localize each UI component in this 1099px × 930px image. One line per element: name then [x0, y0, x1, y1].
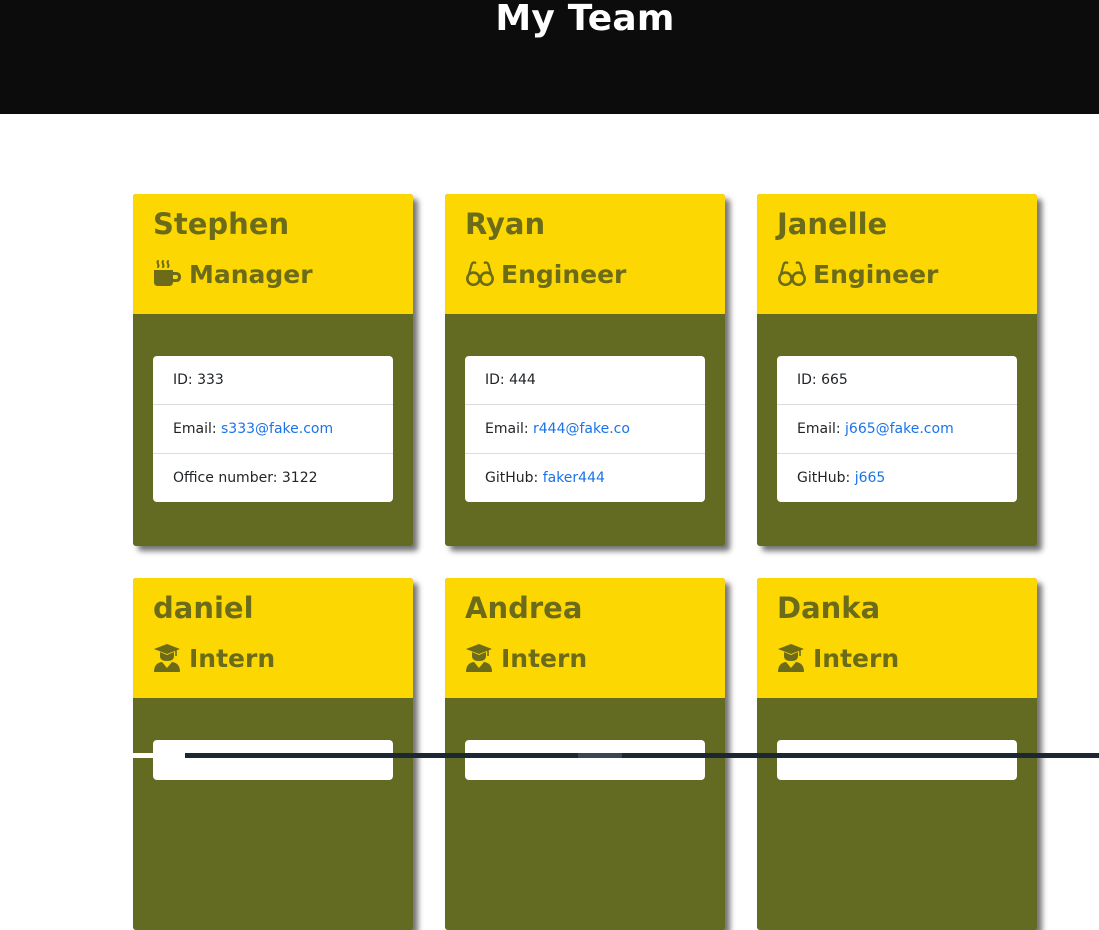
role-label: Engineer: [813, 259, 939, 289]
card-header: Andrea Intern: [445, 578, 725, 698]
employee-name: daniel: [153, 591, 254, 625]
graduate-icon: [465, 643, 495, 673]
email-link[interactable]: j665@fake.com: [845, 421, 954, 437]
employee-name: Stephen: [153, 207, 290, 241]
github-label: GitHub:: [485, 470, 543, 486]
employee-role: Intern: [465, 641, 587, 675]
card-body: [445, 698, 725, 930]
employee-role: Engineer: [777, 257, 938, 291]
page-title: My Team: [495, 0, 675, 39]
id-label: ID:: [485, 372, 510, 388]
employee-name: Ryan: [465, 207, 546, 241]
card-body: ID: 444 Email: r444@fake.co GitHub: fake…: [445, 314, 725, 546]
graduate-icon: [777, 643, 807, 673]
glasses-icon: [777, 259, 807, 289]
office-number-label: Office number:: [173, 470, 282, 486]
id-row: ID: 444: [465, 356, 705, 405]
info-list: [153, 740, 393, 780]
info-list: ID: 444 Email: r444@fake.co GitHub: fake…: [465, 356, 705, 502]
scrollbar-track[interactable]: [185, 753, 1099, 758]
page-header: My Team: [0, 0, 1099, 114]
office-number-value: 3122: [281, 470, 318, 486]
info-list: [777, 740, 1017, 780]
card-body: ID: 333 Email: s333@fake.com Office numb…: [133, 314, 413, 546]
employee-role: Intern: [777, 641, 899, 675]
employee-role: Engineer: [465, 257, 626, 291]
info-list: ID: 665 Email: j665@fake.com GitHub: j66…: [777, 356, 1017, 502]
employee-name: Andrea: [465, 591, 583, 625]
horizontal-scrollbar[interactable]: [0, 753, 1099, 758]
github-link[interactable]: faker444: [543, 470, 605, 486]
id-value: 665: [821, 372, 848, 388]
scrollbar-thumb[interactable]: [578, 753, 622, 758]
employee-card-engineer: Janelle Engineer ID: 665 Email: j665@fak…: [757, 194, 1037, 546]
employee-card-manager: Stephen Manager ID: 333 Email: s333@fake…: [133, 194, 413, 546]
card-header: Ryan Engineer: [445, 194, 725, 314]
role-label: Intern: [813, 643, 900, 673]
employee-name: Janelle: [777, 207, 888, 241]
employee-card-engineer: Ryan Engineer ID: 444 Email: r444@fake.c…: [445, 194, 725, 546]
employee-role: Intern: [153, 641, 275, 675]
card-header: Danka Intern: [757, 578, 1037, 698]
role-label: Manager: [189, 259, 313, 289]
id-label: ID:: [797, 372, 822, 388]
email-link[interactable]: r444@fake.co: [533, 421, 630, 437]
email-row: Email: j665@fake.com: [777, 405, 1017, 454]
github-link[interactable]: j665: [855, 470, 886, 486]
coffee-icon: [153, 259, 183, 289]
id-value: 333: [197, 372, 224, 388]
card-header: Janelle Engineer: [757, 194, 1037, 314]
github-row: GitHub: faker444: [465, 454, 705, 502]
graduate-icon: [153, 643, 183, 673]
card-body: [757, 698, 1037, 930]
employee-name: Danka: [777, 591, 881, 625]
id-row: ID: 665: [777, 356, 1017, 405]
glasses-icon: [465, 259, 495, 289]
role-label: Intern: [189, 643, 276, 673]
office-number-row: Office number: 3122: [153, 454, 393, 502]
info-list: [465, 740, 705, 780]
role-label: Engineer: [501, 259, 627, 289]
email-row: Email: r444@fake.co: [465, 405, 705, 454]
id-value: 444: [509, 372, 536, 388]
email-label: Email:: [173, 421, 222, 437]
email-link[interactable]: s333@fake.com: [221, 421, 333, 437]
email-row: Email: s333@fake.com: [153, 405, 393, 454]
employee-role: Manager: [153, 257, 313, 291]
card-body: ID: 665 Email: j665@fake.com GitHub: j66…: [757, 314, 1037, 546]
id-row: ID: 333: [153, 356, 393, 405]
email-label: Email:: [485, 421, 534, 437]
github-label: GitHub:: [797, 470, 855, 486]
info-list: ID: 333 Email: s333@fake.com Office numb…: [153, 356, 393, 502]
github-row: GitHub: j665: [777, 454, 1017, 502]
card-header: daniel Intern: [133, 578, 413, 698]
id-label: ID:: [173, 372, 198, 388]
card-header: Stephen Manager: [133, 194, 413, 314]
email-label: Email:: [797, 421, 846, 437]
role-label: Intern: [501, 643, 588, 673]
card-body: [133, 698, 413, 930]
